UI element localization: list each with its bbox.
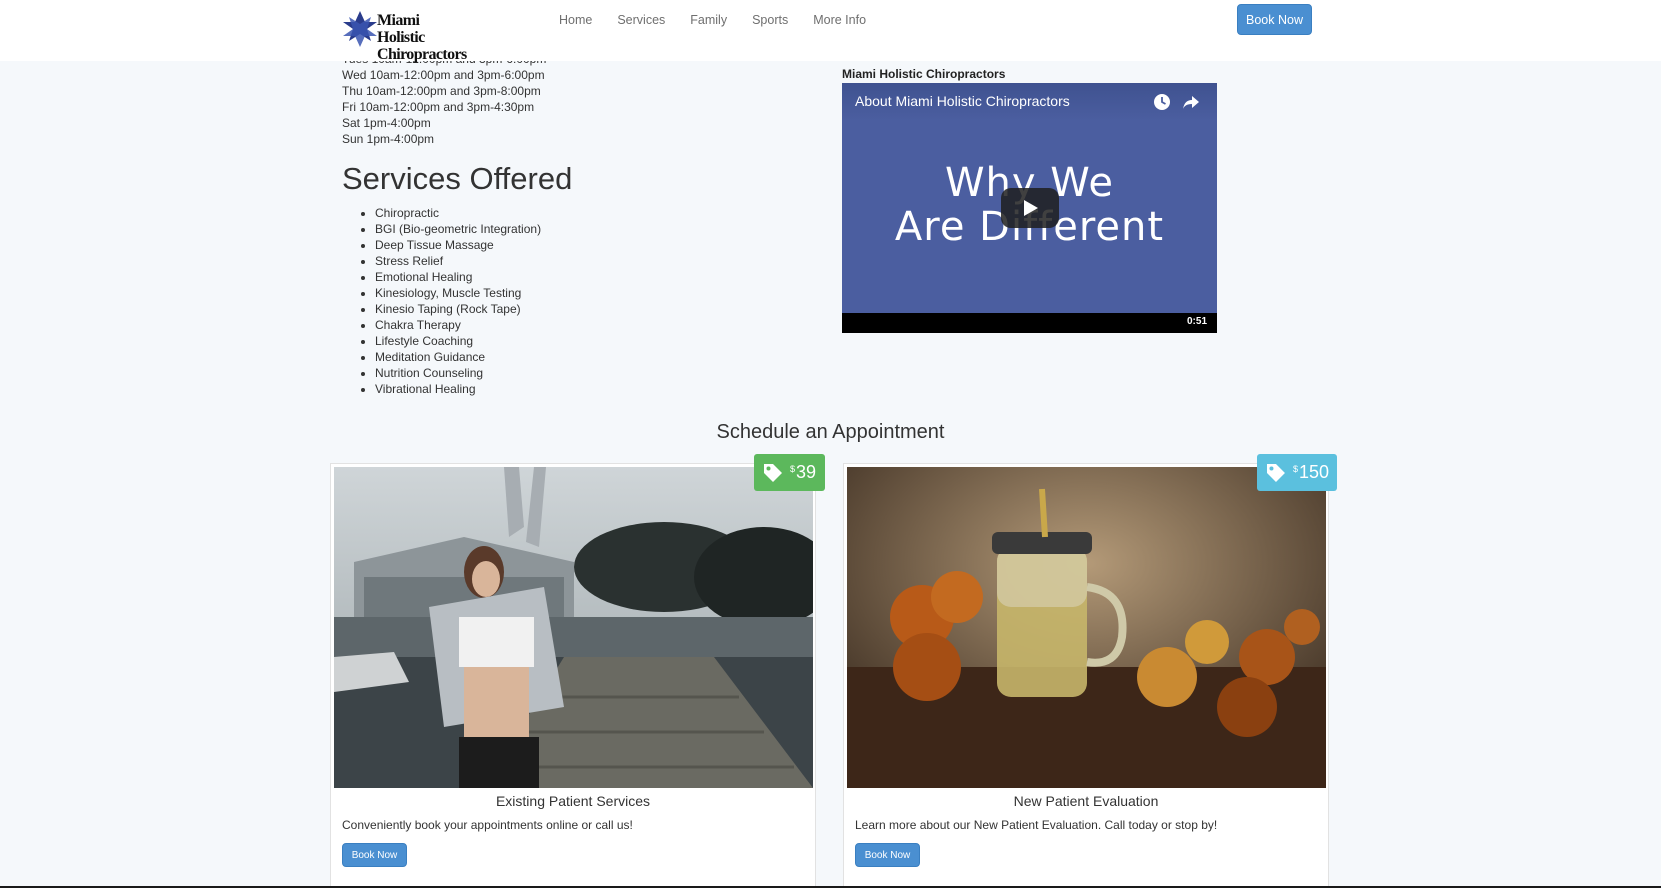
nav-link-more-info[interactable]: More Info [813, 12, 866, 28]
price-value: 39 [796, 462, 817, 482]
price-tag: $ 150 [1257, 454, 1337, 491]
service-item: Kinesio Taping (Rock Tape) [375, 301, 541, 317]
service-item: Meditation Guidance [375, 349, 541, 365]
service-item: Kinesiology, Muscle Testing [375, 285, 541, 301]
play-icon [1024, 200, 1038, 216]
site-logo[interactable]: Miami Holistic Chiropractors [342, 10, 467, 63]
card-photo-lemonade-oranges [847, 467, 1326, 788]
card-description: Learn more about our New Patient Evaluat… [855, 818, 1218, 832]
card-title: New Patient Evaluation [1013, 793, 1159, 809]
service-card-new-patient: New Patient Evaluation Learn more about … [843, 463, 1329, 888]
price-currency: $ [1292, 464, 1298, 474]
service-item: Vibrational Healing [375, 381, 541, 397]
hours-line: Sat 1pm-4:00pm [342, 116, 431, 130]
card-photo-stretching-woman [334, 467, 813, 788]
nav-link-home[interactable]: Home [559, 12, 592, 28]
service-item: Chiropractic [375, 205, 541, 221]
service-item: Chakra Therapy [375, 317, 541, 333]
top-navbar: Miami Holistic Chiropractors Home Servic… [0, 0, 1661, 63]
video-player[interactable]: About Miami Holistic Chiropractors Why W… [842, 83, 1217, 333]
nav-book-now-button[interactable]: Book Now [1237, 4, 1312, 35]
service-item: BGI (Bio-geometric Integration) [375, 221, 541, 237]
book-now-button[interactable]: Book Now [855, 843, 920, 867]
logo-line-2: Chiropractors [377, 46, 467, 63]
appointment-title: Schedule an Appointment [716, 421, 945, 443]
nav-link-family[interactable]: Family [690, 12, 727, 28]
logo-text: Miami Holistic Chiropractors [377, 12, 467, 63]
video-duration: 0:51 [1186, 316, 1207, 327]
book-now-button[interactable]: Book Now [342, 843, 407, 867]
nav-links: Home Services Family Sports More Info [559, 12, 891, 28]
card-title: Existing Patient Services [495, 793, 651, 809]
hours-line: Wed 10am-12:00pm and 3pm-6:00pm [342, 68, 545, 82]
services-list: Chiropractic BGI (Bio-geometric Integrat… [375, 205, 541, 397]
service-item: Emotional Healing [375, 269, 541, 285]
share-icon[interactable] [1182, 93, 1200, 111]
office-hours: Tues 10am-12:00pm and 3pm-6:00pm Wed 10a… [342, 51, 546, 147]
video-caption: Miami Holistic Chiropractors [842, 67, 1006, 81]
tag-icon [764, 463, 782, 482]
price-tag: $ 39 [754, 454, 825, 491]
video-control-bar[interactable]: 0:51 [842, 313, 1217, 333]
nav-link-services[interactable]: Services [617, 12, 665, 28]
play-button[interactable] [1001, 188, 1059, 228]
logo-line-1: Miami Holistic [377, 12, 425, 46]
tag-icon [1266, 463, 1285, 482]
service-item: Nutrition Counseling [375, 365, 541, 381]
nav-link-sports[interactable]: Sports [752, 12, 788, 28]
service-card-existing-patient: Existing Patient Services Conveniently b… [330, 463, 816, 888]
services-title: Services Offered [342, 161, 573, 196]
card-description: Conveniently book your appointments onli… [342, 818, 633, 832]
video-title[interactable]: About Miami Holistic Chiropractors [855, 93, 1070, 109]
service-item: Lifestyle Coaching [375, 333, 541, 349]
hours-line: Thu 10am-12:00pm and 3pm-8:00pm [342, 84, 541, 98]
hours-line: Sun 1pm-4:00pm [342, 132, 435, 146]
price-currency: $ [790, 464, 796, 474]
service-item: Stress Relief [375, 253, 541, 269]
price-value: 150 [1298, 462, 1329, 482]
watch-later-icon[interactable] [1153, 93, 1171, 111]
star-logo-icon [343, 11, 377, 47]
service-item: Deep Tissue Massage [375, 237, 541, 253]
hours-line: Fri 10am-12:00pm and 3pm-4:30pm [342, 100, 535, 114]
